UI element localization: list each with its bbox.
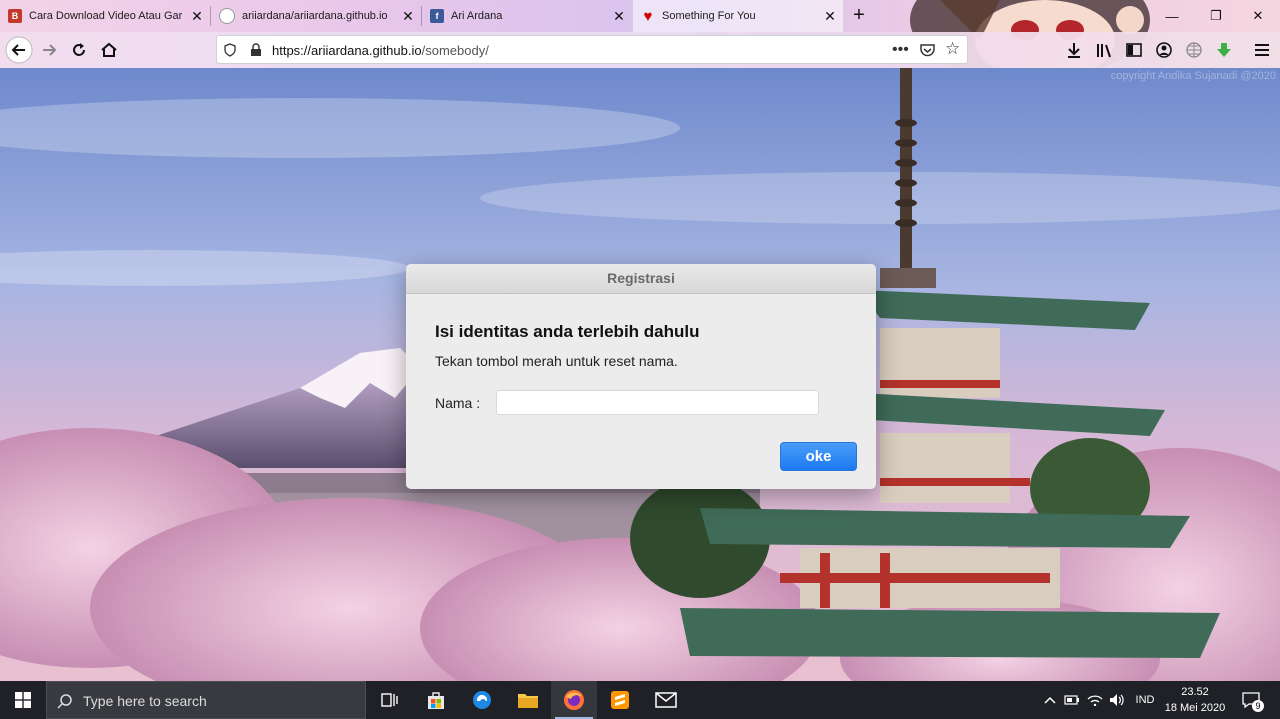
clock-time: 23.52 (1181, 686, 1209, 698)
firefox-icon (564, 690, 584, 710)
name-label: Nama : (435, 395, 481, 411)
start-button[interactable] (0, 681, 46, 719)
page-actions-icon[interactable]: ••• (892, 41, 909, 59)
tab-something-for-you[interactable]: ♥ Something For You ✕ (633, 0, 843, 32)
extension-globe-button[interactable] (1179, 35, 1209, 65)
tab-title: Cara Download Video Atau Gar (29, 10, 183, 22)
menu-button[interactable] (1247, 35, 1277, 65)
edge-icon (473, 691, 491, 709)
tab-blogger[interactable]: B Cara Download Video Atau Gar ✕ (0, 0, 210, 32)
back-button[interactable] (4, 35, 34, 65)
microsoft-store-icon (428, 692, 444, 709)
forward-button[interactable] (34, 35, 64, 65)
pocket-icon[interactable] (920, 43, 935, 57)
close-tab-icon[interactable]: ✕ (401, 9, 415, 23)
search-placeholder: Type here to search (83, 693, 207, 709)
tab-title: ariiardana/ariiardana.github.io (242, 10, 388, 22)
show-hidden-icons-button[interactable] (1040, 681, 1060, 719)
new-tab-button[interactable]: + (848, 4, 870, 26)
url-text[interactable]: https://ariiardana.github.io/somebody/ (272, 43, 489, 58)
account-button[interactable] (1149, 35, 1179, 65)
restore-button[interactable]: ❐ (1194, 0, 1238, 32)
chevron-up-icon (1044, 696, 1056, 704)
download-icon (1068, 43, 1080, 58)
extension-download-button[interactable] (1209, 35, 1239, 65)
windows-taskbar: Type here to search IND 23.52 18 Mei 202… (0, 681, 1280, 719)
library-icon (1097, 44, 1111, 58)
library-button[interactable] (1089, 35, 1119, 65)
tab-title: Something For You (662, 10, 756, 22)
input-language-button[interactable]: IND (1130, 681, 1160, 719)
speaker-icon (1110, 694, 1124, 706)
firefox-app[interactable] (551, 681, 597, 719)
mail-icon (655, 692, 677, 708)
url-host: https://ariiardana.github.io (272, 43, 422, 58)
search-icon (57, 694, 72, 709)
tab-facebook[interactable]: f Ari Ardana ✕ (422, 0, 632, 32)
battery-button[interactable] (1062, 681, 1082, 719)
dialog-instruction: Tekan tombol merah untuk reset nama. (435, 353, 678, 369)
tab-title: Ari Ardana (451, 10, 503, 22)
store-app[interactable] (413, 681, 459, 719)
registration-dialog: Registrasi Isi identitas anda terlebih d… (406, 264, 876, 489)
taskbar-search-box[interactable]: Type here to search (46, 681, 366, 719)
ok-button[interactable]: oke (780, 442, 857, 471)
action-center-button[interactable]: 9 (1236, 681, 1266, 719)
close-tab-icon[interactable]: ✕ (823, 9, 837, 23)
task-view-icon (381, 693, 398, 707)
home-button[interactable] (94, 35, 124, 65)
folder-icon (518, 694, 538, 708)
url-path: /somebody/ (421, 43, 489, 58)
task-view-button[interactable] (367, 681, 413, 719)
blogger-icon: B (8, 9, 22, 23)
bookmark-star-icon[interactable]: ☆ (945, 39, 960, 59)
close-tab-icon[interactable]: ✕ (190, 9, 204, 23)
sublime-text-app[interactable] (597, 681, 643, 719)
mail-app[interactable] (643, 681, 689, 719)
copyright-text: copyright Andika Sujanadi @2020 (1110, 70, 1276, 82)
reload-icon (73, 43, 85, 56)
back-arrow-icon (5, 36, 33, 64)
forward-arrow-icon (43, 44, 57, 56)
dialog-title: Registrasi (406, 264, 876, 294)
lock-icon (251, 43, 261, 56)
windows-logo-icon (15, 692, 31, 708)
address-bar[interactable]: https://ariiardana.github.io/somebody/ •… (216, 35, 968, 64)
reload-button[interactable] (64, 35, 94, 65)
globe-icon (1186, 42, 1202, 58)
name-input[interactable] (496, 390, 819, 415)
file-explorer-app[interactable] (505, 681, 551, 719)
sidebar-button[interactable] (1119, 35, 1149, 65)
clock-date: 18 Mei 2020 (1164, 702, 1226, 714)
network-button[interactable] (1085, 681, 1105, 719)
sidebar-icon (1126, 43, 1142, 57)
notification-count-badge: 9 (1252, 700, 1264, 712)
github-icon (219, 8, 235, 24)
edge-app[interactable] (459, 681, 505, 719)
facebook-icon: f (430, 9, 444, 23)
sublime-icon (611, 691, 629, 709)
minimize-button[interactable]: — (1150, 0, 1194, 32)
downloads-button[interactable] (1059, 35, 1089, 65)
battery-icon (1064, 695, 1079, 705)
volume-button[interactable] (1107, 681, 1127, 719)
close-window-button[interactable]: ✕ (1236, 0, 1280, 32)
dialog-heading: Isi identitas anda terlebih dahulu (435, 322, 700, 341)
navigation-toolbar: https://ariiardana.github.io/somebody/ •… (0, 32, 1280, 68)
wifi-icon (1087, 695, 1103, 706)
home-icon (101, 42, 117, 57)
heart-icon: ♥ (643, 7, 653, 25)
taskbar-clock[interactable]: 23.52 18 Mei 2020 (1160, 684, 1230, 716)
hamburger-menu-icon (1255, 44, 1269, 56)
shield-icon (224, 43, 236, 57)
close-tab-icon[interactable]: ✕ (612, 9, 626, 23)
account-icon (1156, 42, 1172, 58)
green-download-icon (1217, 43, 1231, 57)
tab-github[interactable]: ariiardana/ariiardana.github.io ✕ (211, 0, 421, 32)
